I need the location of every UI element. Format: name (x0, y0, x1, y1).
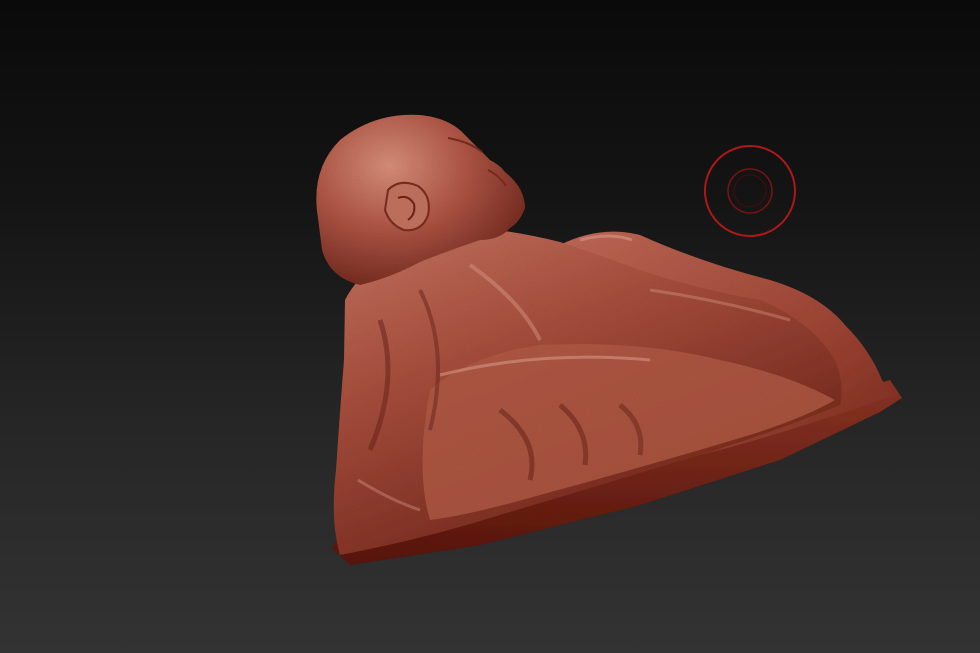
model-ear (383, 181, 430, 232)
canvas-viewport[interactable] (0, 0, 980, 653)
brush-cursor-icon (704, 145, 796, 237)
sculpt-model[interactable] (0, 0, 980, 653)
